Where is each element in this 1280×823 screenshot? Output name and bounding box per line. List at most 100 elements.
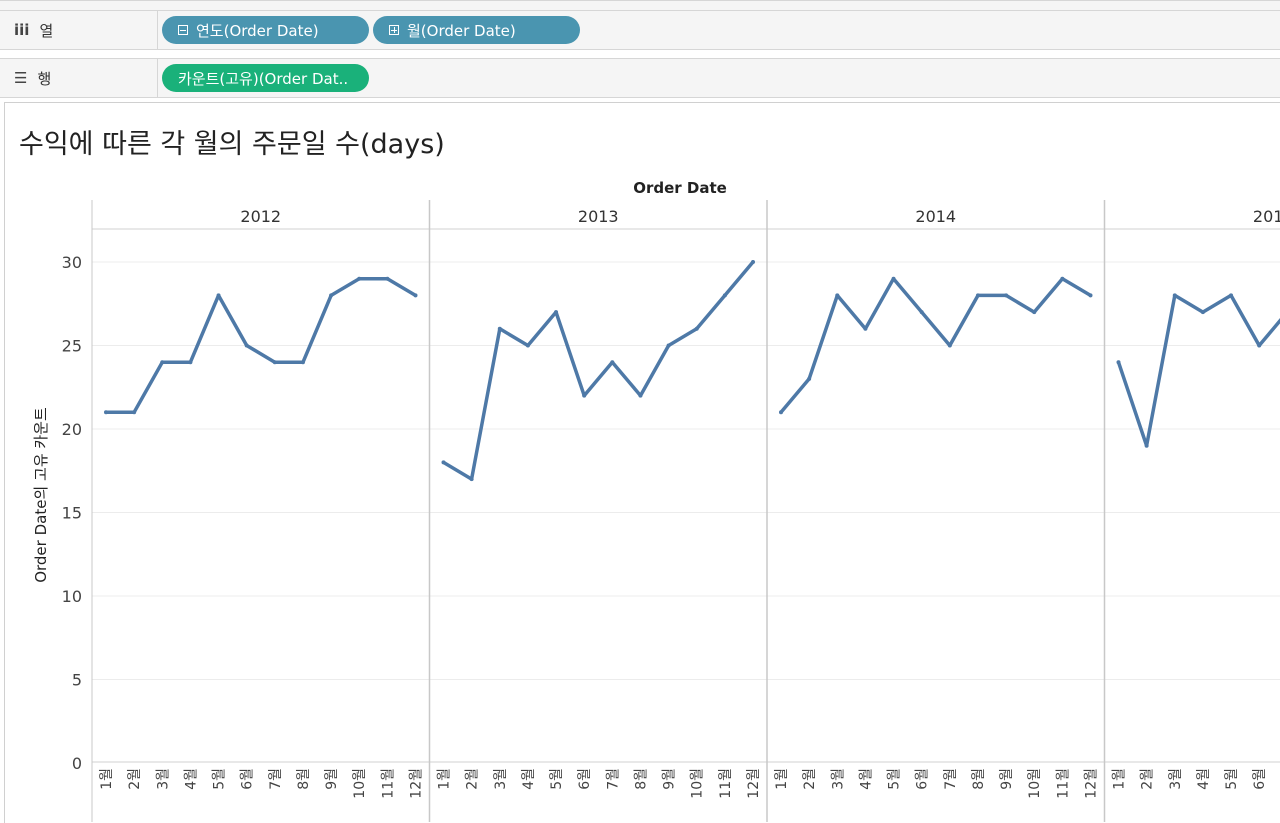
data-point	[582, 394, 586, 398]
data-point	[976, 293, 980, 297]
data-point	[807, 377, 811, 381]
y-tick-label: 25	[62, 337, 82, 356]
data-point	[667, 344, 671, 348]
data-point	[1257, 344, 1261, 348]
x-tick-label: 10월	[352, 768, 368, 799]
data-point	[1089, 293, 1093, 297]
data-point	[1004, 293, 1008, 297]
x-tick-label: 9월	[324, 768, 340, 790]
x-tick-label: 1월	[99, 768, 115, 790]
data-point	[723, 293, 727, 297]
x-tick-label: 4월	[1196, 768, 1212, 790]
data-point	[1229, 293, 1233, 297]
data-point	[470, 477, 474, 481]
x-tick-label: 4월	[858, 768, 874, 790]
x-tick-label: 12월	[746, 768, 762, 799]
data-point	[638, 394, 642, 398]
x-tick-label: 5월	[887, 768, 903, 790]
x-tick-label: 9월	[999, 768, 1015, 790]
x-tick-label: 1월	[774, 768, 790, 790]
year-header-2013: 2013	[578, 207, 619, 226]
x-tick-label: 12월	[1084, 768, 1100, 799]
x-tick-label: 2월	[802, 768, 818, 790]
data-point	[160, 360, 164, 364]
year-header-2012: 2012	[240, 207, 281, 226]
data-point	[414, 293, 418, 297]
data-point	[1145, 444, 1149, 448]
x-tick-label: 10월	[1027, 768, 1043, 799]
data-point	[695, 327, 699, 331]
x-tick-label: 11월	[718, 768, 734, 799]
year-header-2015: 2015	[1253, 207, 1280, 226]
data-point	[217, 293, 221, 297]
data-point	[442, 460, 446, 464]
data-point	[498, 327, 502, 331]
x-tick-label: 1월	[1112, 768, 1128, 790]
x-tick-label: 3월	[493, 768, 509, 790]
data-point	[273, 360, 277, 364]
data-point	[554, 310, 558, 314]
x-tick-label: 12월	[409, 768, 425, 799]
series-line-2015	[1119, 295, 1280, 445]
y-tick-label: 20	[62, 420, 82, 439]
x-tick-label: 10월	[690, 768, 706, 799]
x-tick-label: 7월	[268, 768, 284, 790]
x-tick-label: 5월	[1224, 768, 1240, 790]
y-tick-label: 30	[62, 253, 82, 272]
data-point	[948, 344, 952, 348]
data-point	[1032, 310, 1036, 314]
x-tick-label: 5월	[212, 768, 228, 790]
data-point	[357, 277, 361, 281]
x-tick-label: 4월	[183, 768, 199, 790]
x-tick-label: 3월	[155, 768, 171, 790]
y-axis-title: Order Date의 고유 카운트	[32, 407, 50, 583]
x-tick-label: 4월	[521, 768, 537, 790]
x-tick-label: 7월	[605, 768, 621, 790]
data-point	[751, 260, 755, 264]
data-point	[329, 293, 333, 297]
x-tick-label: 6월	[915, 768, 931, 790]
series-line-2013	[444, 262, 754, 479]
data-point	[245, 344, 249, 348]
x-tick-label: 1월	[437, 768, 453, 790]
data-point	[1060, 277, 1064, 281]
x-tick-label: 11월	[1055, 768, 1071, 799]
x-tick-label: 8월	[971, 768, 987, 790]
column-header: Order Date	[633, 179, 727, 197]
x-tick-label: 8월	[296, 768, 312, 790]
x-tick-label: 9월	[662, 768, 678, 790]
y-tick-label: 10	[62, 587, 82, 606]
data-point	[132, 410, 136, 414]
data-point	[1201, 310, 1205, 314]
data-point	[835, 293, 839, 297]
x-tick-label: 5월	[549, 768, 565, 790]
x-tick-label: 3월	[1168, 768, 1184, 790]
x-tick-label: 3월	[830, 768, 846, 790]
data-point	[892, 277, 896, 281]
y-tick-label: 0	[72, 754, 82, 773]
data-point	[104, 410, 108, 414]
line-chart: Order Date Order Date의 고유 카운트 0 5 10 15 20 25 30…	[0, 0, 1280, 822]
data-point	[920, 310, 924, 314]
x-tick-label: 6월	[577, 768, 593, 790]
data-point	[863, 327, 867, 331]
data-point	[1173, 293, 1177, 297]
year-header-2014: 2014	[915, 207, 956, 226]
data-point	[779, 410, 783, 414]
y-tick-label: 5	[72, 671, 82, 690]
data-point	[1117, 360, 1121, 364]
x-tick-label: 11월	[380, 768, 396, 799]
data-point	[526, 344, 530, 348]
x-tick-label: 2월	[127, 768, 143, 790]
data-point	[188, 360, 192, 364]
x-tick-label: 6월	[240, 768, 256, 790]
x-tick-label: 8월	[633, 768, 649, 790]
data-point	[385, 277, 389, 281]
x-tick-label: 2월	[1140, 768, 1156, 790]
y-tick-label: 15	[62, 504, 82, 523]
x-tick-label: 6월	[1252, 768, 1268, 790]
x-tick-label: 2월	[465, 768, 481, 790]
x-tick-label: 7월	[943, 768, 959, 790]
data-point	[610, 360, 614, 364]
data-point	[301, 360, 305, 364]
